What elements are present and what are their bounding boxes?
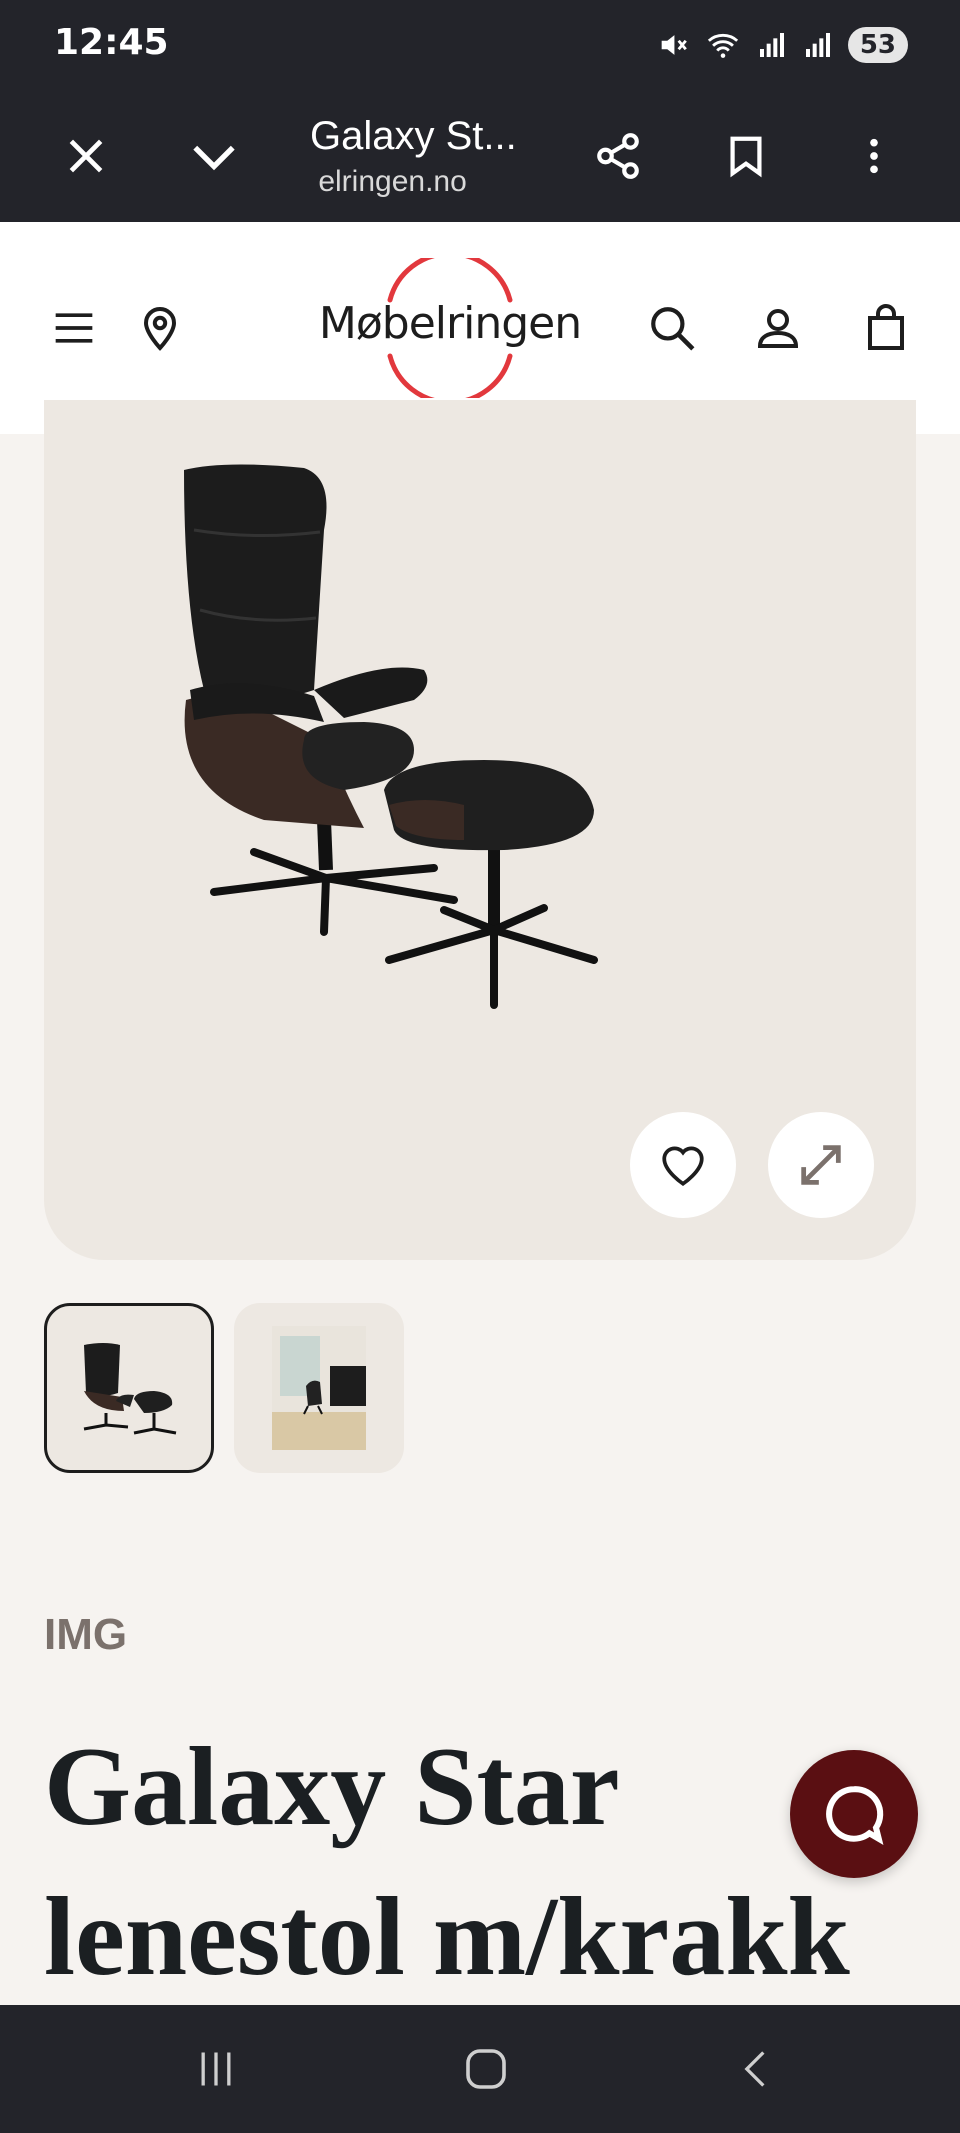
bookmark-icon bbox=[730, 136, 762, 178]
signal-icon bbox=[759, 33, 784, 57]
status-icons: 53 bbox=[656, 20, 908, 70]
cart-button[interactable] bbox=[846, 288, 926, 368]
expand-icon bbox=[801, 1145, 841, 1185]
share-button[interactable] bbox=[574, 112, 662, 200]
account-button[interactable] bbox=[738, 288, 818, 368]
close-tab-button[interactable] bbox=[42, 112, 130, 200]
account-icon bbox=[757, 309, 799, 348]
store-locator-button[interactable] bbox=[120, 288, 200, 368]
system-nav-bar bbox=[0, 2005, 960, 2133]
search-button[interactable] bbox=[632, 288, 712, 368]
menu-button[interactable] bbox=[34, 288, 114, 368]
recent-apps-icon bbox=[201, 2052, 231, 2086]
product-brand[interactable]: IMG bbox=[44, 1610, 127, 1660]
status-time: 12:45 bbox=[54, 22, 169, 63]
mute-icon bbox=[661, 35, 687, 55]
close-icon bbox=[69, 139, 103, 173]
minimize-button[interactable] bbox=[170, 112, 258, 200]
menu-icon bbox=[55, 313, 93, 343]
thumbnail-chair-image bbox=[83, 1343, 177, 1435]
back-icon bbox=[744, 2051, 765, 2087]
status-bar: 12:45 53 bbox=[0, 0, 960, 90]
share-icon bbox=[597, 133, 639, 179]
thumbnail-1[interactable] bbox=[44, 1303, 214, 1473]
search-icon bbox=[651, 307, 695, 351]
chat-bubble-icon bbox=[826, 1786, 884, 1846]
tab-info[interactable]: Galaxy St... elringen.no bbox=[310, 114, 530, 199]
browser-toolbar: Galaxy St... elringen.no bbox=[0, 90, 960, 222]
product-title: Galaxy Star lenestol m/krakk bbox=[44, 1725, 850, 1999]
more-options-button[interactable] bbox=[830, 112, 918, 200]
battery-indicator: 53 bbox=[847, 27, 908, 63]
product-image-chair bbox=[184, 464, 598, 1009]
logo-text: Møbelringen bbox=[318, 298, 582, 349]
product-image-gallery[interactable] bbox=[44, 400, 916, 1260]
signal-r-icon bbox=[805, 33, 830, 57]
back-button[interactable] bbox=[706, 2029, 806, 2109]
wifi-icon bbox=[707, 33, 738, 58]
chat-button[interactable] bbox=[790, 1750, 918, 1878]
recent-apps-button[interactable] bbox=[166, 2029, 266, 2109]
bookmark-button[interactable] bbox=[702, 112, 790, 200]
bag-icon bbox=[868, 304, 904, 350]
thumbnail-room-image bbox=[272, 1326, 366, 1450]
home-button[interactable] bbox=[436, 2029, 536, 2109]
fullscreen-button[interactable] bbox=[768, 1112, 874, 1218]
heart-icon bbox=[662, 1146, 704, 1187]
location-pin-icon bbox=[143, 307, 177, 351]
tab-url: elringen.no bbox=[310, 165, 467, 198]
chevron-down-icon bbox=[193, 145, 235, 171]
thumbnail-2[interactable] bbox=[234, 1303, 404, 1473]
more-icon bbox=[870, 138, 878, 174]
site-logo[interactable]: Møbelringen bbox=[310, 258, 590, 398]
favorite-button[interactable] bbox=[630, 1112, 736, 1218]
home-icon bbox=[466, 2049, 506, 2089]
tab-title: Galaxy St... bbox=[310, 114, 517, 158]
